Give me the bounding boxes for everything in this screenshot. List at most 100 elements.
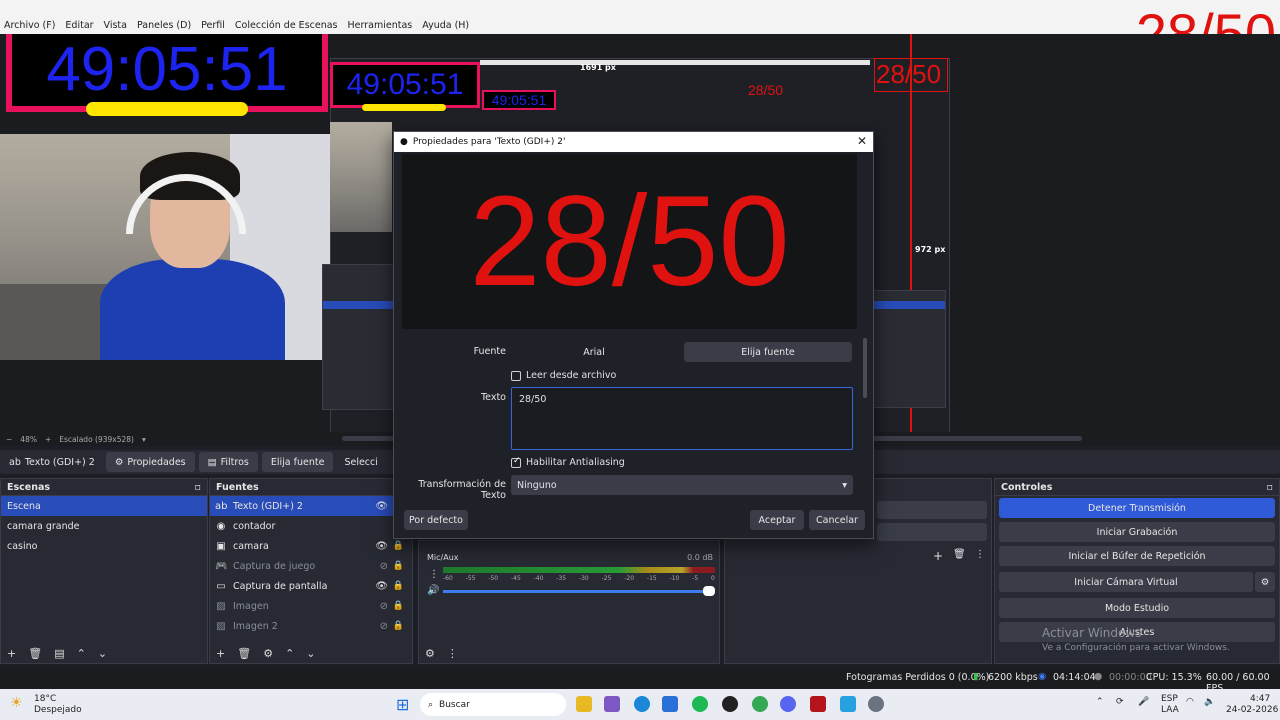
- app-icon[interactable]: [840, 696, 856, 712]
- gear-icon[interactable]: ⚙: [425, 647, 435, 660]
- trash-icon[interactable]: 🗑: [28, 647, 42, 660]
- language-secondary[interactable]: LAA: [1161, 705, 1179, 715]
- chevron-up-icon[interactable]: ⌃: [77, 647, 86, 660]
- kebab-icon[interactable]: ⋮: [975, 549, 985, 560]
- stop-streaming-button[interactable]: Detener Transmisión: [999, 498, 1275, 518]
- eye-hidden-icon[interactable]: ⊘: [380, 561, 388, 572]
- eye-hidden-icon[interactable]: ⊘: [380, 621, 388, 632]
- accept-button[interactable]: Aceptar: [750, 510, 804, 530]
- close-icon[interactable]: ✕: [857, 134, 867, 148]
- chevron-up-icon[interactable]: ⌃: [285, 647, 294, 660]
- scene-item[interactable]: casino: [1, 536, 207, 556]
- defaults-button[interactable]: Por defecto: [404, 510, 468, 530]
- edge-icon[interactable]: [634, 696, 650, 712]
- menu-item-file[interactable]: Archivo (F): [4, 20, 55, 31]
- read-from-file-option[interactable]: Leer desde archivo: [511, 370, 616, 381]
- file-explorer-icon[interactable]: [576, 696, 592, 712]
- chevron-down-icon[interactable]: ⌄: [98, 647, 107, 660]
- weather-icon[interactable]: ☀: [10, 695, 23, 711]
- store-icon[interactable]: [662, 696, 678, 712]
- lock-icon[interactable]: 🔒: [393, 581, 404, 591]
- source-item[interactable]: ◉ contador: [210, 516, 412, 536]
- microphone-icon[interactable]: 🎤: [1138, 697, 1149, 707]
- cancel-button[interactable]: Cancelar: [809, 510, 865, 530]
- eye-icon[interactable]: 👁: [375, 541, 388, 552]
- select-button[interactable]: Selecci: [335, 450, 386, 474]
- speaker-icon[interactable]: 🔊: [427, 585, 439, 596]
- source-item[interactable]: 🎮 Captura de juego ⊘ 🔒: [210, 556, 412, 576]
- filters-button[interactable]: ▤ Filtros: [198, 452, 258, 472]
- wifi-icon[interactable]: ◠: [1186, 697, 1194, 707]
- volume-icon[interactable]: 🔈: [1204, 697, 1215, 707]
- chrome-icon[interactable]: [752, 696, 768, 712]
- language-primary[interactable]: ESP: [1161, 694, 1178, 704]
- sync-icon[interactable]: ⟳: [1116, 697, 1124, 707]
- gear-icon[interactable]: ⚙: [263, 647, 273, 660]
- source-item[interactable]: ▭ Captura de pantalla 👁 🔒: [210, 576, 412, 596]
- filter-icon[interactable]: ▤: [54, 647, 64, 660]
- antialiasing-checkbox[interactable]: [511, 456, 521, 468]
- lock-icon[interactable]: 🔒: [393, 601, 404, 611]
- obs-icon[interactable]: [722, 696, 738, 712]
- zoom-in-button[interactable]: +: [45, 435, 51, 444]
- properties-button[interactable]: ⚙ Propiedades: [105, 452, 195, 472]
- start-recording-button[interactable]: Iniciar Grabación: [999, 522, 1275, 542]
- eye-icon[interactable]: 👁: [375, 501, 388, 512]
- menu-item-scene-collection[interactable]: Colección de Escenas: [235, 20, 338, 31]
- kebab-icon[interactable]: ⋮: [447, 647, 458, 660]
- transform-select[interactable]: Ninguno ▾: [511, 475, 853, 495]
- dialog-scrollbar[interactable]: [863, 338, 867, 398]
- start-virtual-camera-button[interactable]: Iniciar Cámara Virtual: [999, 572, 1253, 592]
- transition-select[interactable]: [877, 501, 987, 519]
- scene-item[interactable]: Escena: [1, 496, 207, 516]
- gear-icon[interactable]: ⚙: [1255, 572, 1275, 592]
- clock-date[interactable]: 24-02-2026: [1226, 705, 1278, 715]
- volume-slider-handle[interactable]: [703, 586, 715, 596]
- lock-icon[interactable]: 🔒: [393, 541, 404, 551]
- choose-font-button[interactable]: Elija fuente: [261, 452, 334, 472]
- zoom-out-button[interactable]: −: [6, 435, 12, 444]
- discord-icon[interactable]: [780, 696, 796, 712]
- transition-duration[interactable]: [877, 523, 987, 541]
- settings-icon[interactable]: [868, 696, 884, 712]
- source-item[interactable]: ▣ camara 👁 🔒: [210, 536, 412, 556]
- choose-font-dialog-button[interactable]: Elija fuente: [684, 342, 852, 362]
- kebab-icon[interactable]: ⋮: [429, 569, 439, 580]
- undock-icon[interactable]: ▫: [1267, 482, 1273, 493]
- lock-icon[interactable]: 🔒: [393, 561, 404, 571]
- source-item[interactable]: ab Texto (GDI+) 2 👁: [210, 496, 412, 516]
- menu-item-view[interactable]: Vista: [104, 20, 127, 31]
- start-replay-buffer-button[interactable]: Iniciar el Búfer de Repetición: [999, 546, 1275, 566]
- add-icon[interactable]: +: [7, 647, 16, 660]
- menu-item-help[interactable]: Ayuda (H): [422, 20, 469, 31]
- eye-icon[interactable]: 👁: [375, 581, 388, 592]
- start-icon[interactable]: ⊞: [396, 695, 409, 714]
- menu-item-edit[interactable]: Editar: [65, 20, 93, 31]
- source-item[interactable]: ▨ Imagen ⊘ 🔒: [210, 596, 412, 616]
- trash-icon[interactable]: 🗑: [953, 549, 966, 560]
- antialiasing-option[interactable]: Habilitar Antialiasing: [511, 456, 625, 468]
- spotify-icon[interactable]: [692, 696, 708, 712]
- copilot-icon[interactable]: [604, 696, 620, 712]
- source-item[interactable]: ▨ Imagen 2 ⊘ 🔒: [210, 616, 412, 636]
- chevron-down-icon[interactable]: ⌄: [306, 647, 315, 660]
- undock-icon[interactable]: ▫: [195, 482, 201, 493]
- search-box[interactable]: ⌕ Buscar: [420, 693, 566, 716]
- chevron-up-icon[interactable]: ⌃: [1096, 697, 1104, 707]
- clock-time[interactable]: 4:47: [1250, 694, 1270, 704]
- scene-item[interactable]: camara grande: [1, 516, 207, 536]
- add-icon[interactable]: +: [216, 647, 225, 660]
- read-from-file-checkbox[interactable]: [511, 370, 521, 381]
- menu-item-docks[interactable]: Paneles (D): [137, 20, 191, 31]
- acrobat-icon[interactable]: [810, 696, 826, 712]
- text-input[interactable]: 28/50: [511, 387, 853, 450]
- studio-mode-button[interactable]: Modo Estudio: [999, 598, 1275, 618]
- menu-item-tools[interactable]: Herramientas: [348, 20, 413, 31]
- chevron-down-icon[interactable]: ▾: [142, 435, 146, 444]
- trash-icon[interactable]: 🗑: [237, 647, 251, 660]
- add-icon[interactable]: +: [933, 549, 943, 563]
- volume-slider[interactable]: [443, 590, 715, 593]
- lock-icon[interactable]: 🔒: [393, 621, 404, 631]
- menu-item-profile[interactable]: Perfil: [201, 20, 225, 31]
- eye-hidden-icon[interactable]: ⊘: [380, 601, 388, 612]
